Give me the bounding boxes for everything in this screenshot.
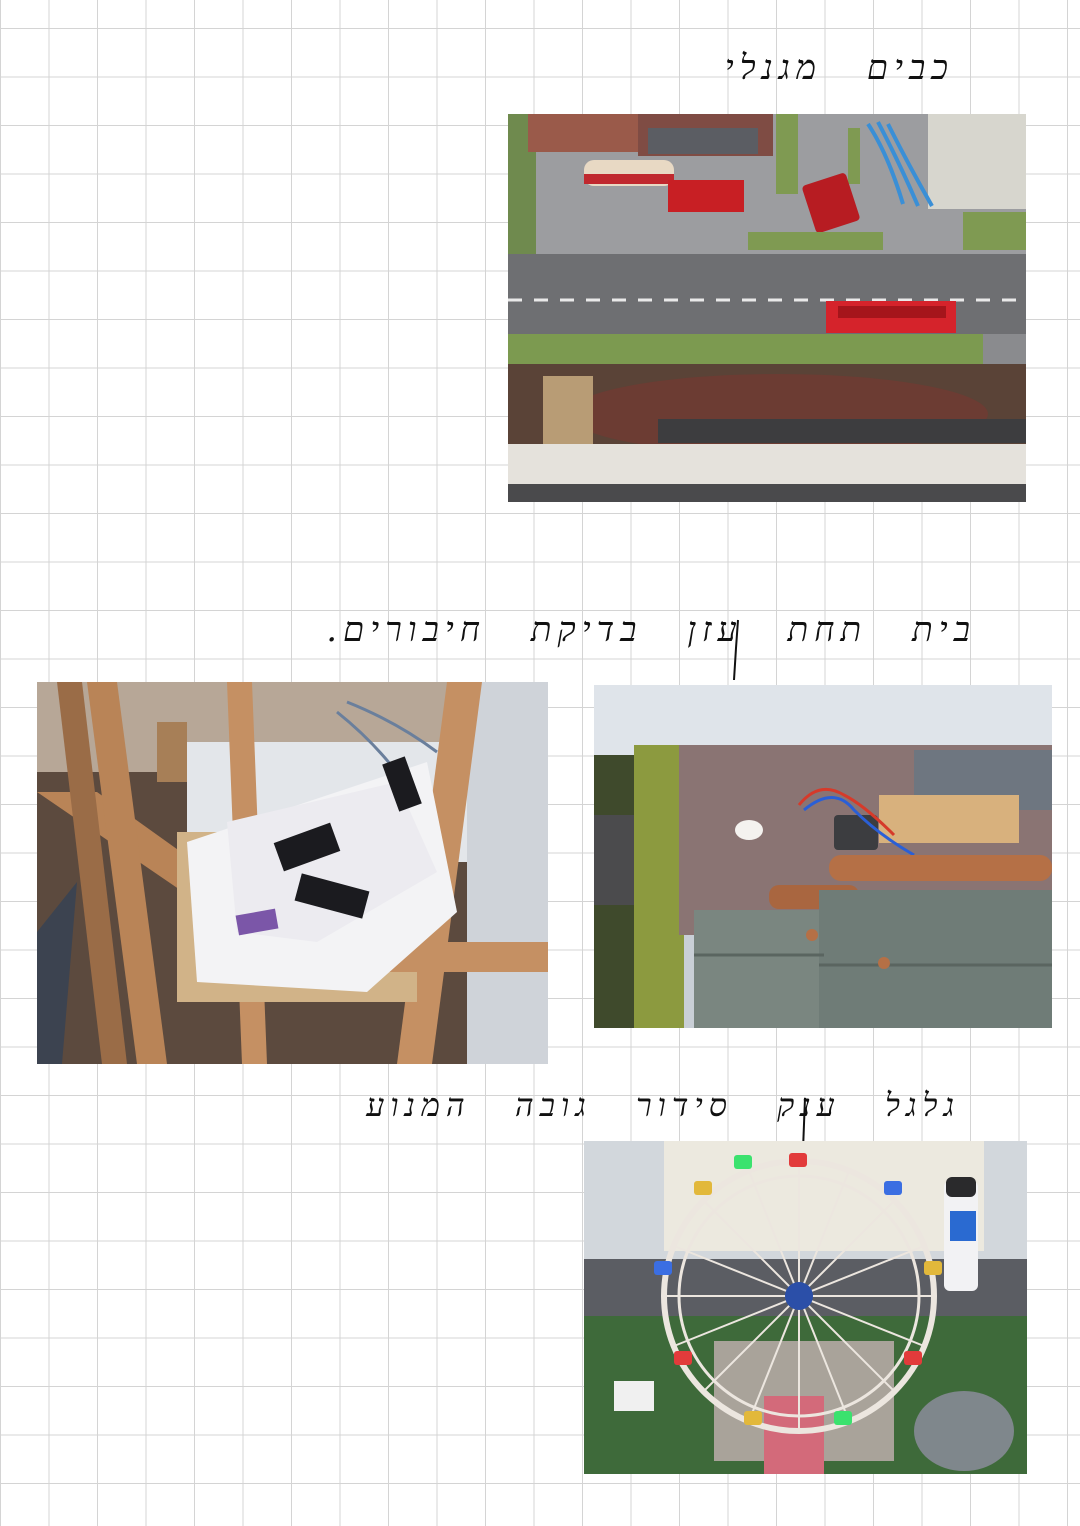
- photo-frame-tape: [37, 682, 548, 1064]
- handwritten-note-wheel: גלגל ענק סידור גובה המנוע: [366, 1086, 960, 1124]
- photo-ferris-wheel: [584, 1141, 1027, 1474]
- photo-house-wiring: [594, 685, 1052, 1028]
- handwriting-descender: [733, 619, 739, 681]
- photo-model-street: [508, 114, 1026, 502]
- handwritten-note-layout: כבים מגנלי: [724, 48, 954, 88]
- handwritten-note-house: בית תחת עזן בדיקת חיבורים.: [326, 610, 976, 650]
